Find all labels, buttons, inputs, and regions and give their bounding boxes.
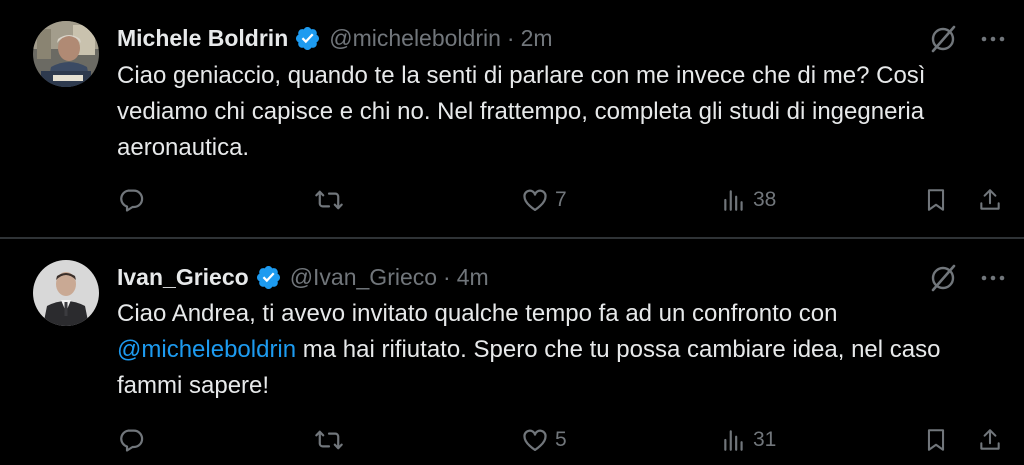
retweet-button[interactable] [314, 422, 344, 458]
reply-icon [117, 186, 145, 214]
grok-icon[interactable] [928, 24, 958, 59]
views-button[interactable]: 38 [721, 182, 776, 218]
retweet-button[interactable] [314, 182, 344, 218]
author-name[interactable]: Michele Boldrin [117, 25, 288, 52]
bookmark-button[interactable] [923, 422, 949, 458]
like-count: 5 [555, 428, 567, 451]
tweet-text-part: Ciao Andrea, ti avevo invitato qualche t… [117, 300, 838, 327]
tweet[interactable]: Ivan_Grieco @Ivan_Grieco · 4m Ciao Andre… [0, 240, 1024, 465]
views-count: 38 [753, 188, 777, 211]
retweet-icon [314, 426, 344, 454]
retweet-icon [314, 186, 344, 214]
views-icon [721, 187, 747, 213]
tweet-header: Ivan_Grieco @Ivan_Grieco · 4m [117, 260, 489, 294]
tweet[interactable]: Michele Boldrin @micheleboldrin · 2m Cia… [0, 0, 1024, 238]
views-icon [721, 427, 747, 453]
timestamp[interactable]: 4m [457, 264, 489, 291]
reply-button[interactable] [117, 182, 145, 218]
verified-badge-icon[interactable] [294, 25, 321, 52]
views-button[interactable]: 31 [721, 422, 776, 458]
more-icon[interactable] [980, 265, 1006, 296]
author-name[interactable]: Ivan_Grieco [117, 264, 249, 291]
tweet-header: Michele Boldrin @micheleboldrin · 2m [117, 21, 553, 55]
divider [0, 237, 1024, 239]
reply-button[interactable] [117, 422, 145, 458]
more-icon[interactable] [980, 26, 1006, 57]
verified-badge-icon[interactable] [255, 264, 282, 291]
bookmark-button[interactable] [923, 182, 949, 218]
avatar[interactable] [33, 21, 99, 87]
author-handle[interactable]: @Ivan_Grieco [290, 264, 437, 291]
like-icon [521, 426, 549, 454]
bookmark-icon [923, 186, 949, 214]
author-handle[interactable]: @micheleboldrin [329, 25, 501, 52]
like-icon [521, 186, 549, 214]
tweet-feed: Michele Boldrin @micheleboldrin · 2m Cia… [0, 0, 1024, 465]
separator-dot: · [443, 263, 451, 290]
share-icon [977, 186, 1003, 214]
tweet-header-actions [928, 24, 1006, 59]
share-icon [977, 426, 1003, 454]
tweet-actions: 5 31 [117, 422, 1017, 458]
reply-icon [117, 426, 145, 454]
like-button[interactable]: 7 [521, 182, 567, 218]
separator-dot: · [506, 24, 515, 51]
bookmark-icon [923, 426, 949, 454]
tweet-actions: 7 38 [117, 182, 1017, 218]
like-count: 7 [555, 188, 567, 211]
mention-link[interactable]: @micheleboldrin [117, 336, 296, 363]
share-button[interactable] [977, 422, 1003, 458]
share-button[interactable] [977, 182, 1003, 218]
views-count: 31 [753, 428, 777, 451]
tweet-text: Ciao Andrea, ti avevo invitato qualche t… [117, 296, 997, 404]
tweet-text: Ciao geniaccio, quando te la senti di pa… [117, 62, 926, 161]
like-button[interactable]: 5 [521, 422, 567, 458]
timestamp[interactable]: 2m [521, 25, 553, 52]
avatar[interactable] [33, 260, 99, 326]
tweet-header-actions [928, 263, 1006, 298]
grok-icon[interactable] [928, 263, 958, 298]
